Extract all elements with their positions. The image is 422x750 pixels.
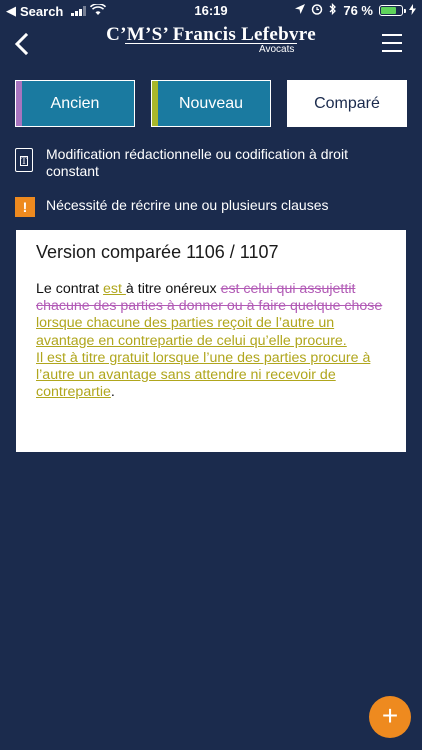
hamburger-line — [382, 42, 402, 44]
legend-rewrite-text: Nécessité de récrire une ou plusieurs cl… — [46, 197, 329, 213]
version-tabs: Ancien Nouveau Comparé — [15, 80, 407, 128]
tab-color-marker — [16, 81, 22, 126]
menu-button[interactable] — [382, 34, 402, 52]
warning-icon: ! — [15, 197, 35, 217]
text-plain: . — [110, 384, 115, 401]
charging-icon — [409, 3, 416, 18]
text-inserted: Il est à titre gratuit lorsque l’une des… — [36, 349, 371, 401]
comparison-title: Version comparée 1106 / 1107 — [36, 242, 279, 262]
nav-bar: C’M’S’ Francis Lefebvre Avocats — [0, 22, 422, 66]
brand-name: C’M’S’ Francis Lefebvre — [106, 24, 316, 45]
add-button[interactable]: + — [369, 696, 411, 738]
status-right: 76 % — [295, 2, 416, 18]
battery-percent: 76 % — [343, 3, 373, 18]
hamburger-line — [382, 50, 402, 52]
text-inserted: est — [103, 281, 126, 297]
battery-icon — [379, 5, 406, 16]
alarm-icon — [311, 3, 323, 18]
hamburger-icon — [382, 34, 402, 36]
brand-subtitle: Avocats — [259, 44, 295, 55]
legend-editorial-text: Modification rédactionnelle ou codificat… — [46, 146, 348, 179]
text-plain: à titre onéreux — [125, 281, 221, 297]
brand-logo: C’M’S’ Francis Lefebvre Avocats — [0, 24, 422, 55]
tab-label: Nouveau — [178, 94, 244, 112]
location-icon — [295, 3, 306, 18]
tab-label: Comparé — [314, 94, 380, 112]
plus-icon: + — [381, 700, 399, 731]
bluetooth-icon — [329, 2, 337, 18]
comparison-card: Version comparée 1106 / 1107 Le contrat … — [16, 230, 406, 452]
document-t-icon: T — [15, 148, 33, 172]
tab-ancien[interactable]: Ancien — [15, 80, 135, 127]
text-plain: Le contrat — [36, 281, 104, 297]
tab-compare[interactable]: Comparé — [287, 80, 407, 127]
status-bar: ◀ Search 16:19 76 % — [0, 0, 422, 22]
legend-editorial: T Modification rédactionnelle ou codific… — [15, 146, 366, 180]
tab-color-marker — [152, 81, 158, 126]
text-inserted: lorsque chacune des parties reçoit de l’… — [36, 315, 347, 349]
comparison-text: Le contrat est à titre onéreux est celui… — [36, 281, 386, 401]
tab-label: Ancien — [50, 94, 100, 112]
legend-rewrite: ! Nécessité de récrire une ou plusieurs … — [15, 197, 328, 217]
tab-nouveau[interactable]: Nouveau — [151, 80, 271, 127]
